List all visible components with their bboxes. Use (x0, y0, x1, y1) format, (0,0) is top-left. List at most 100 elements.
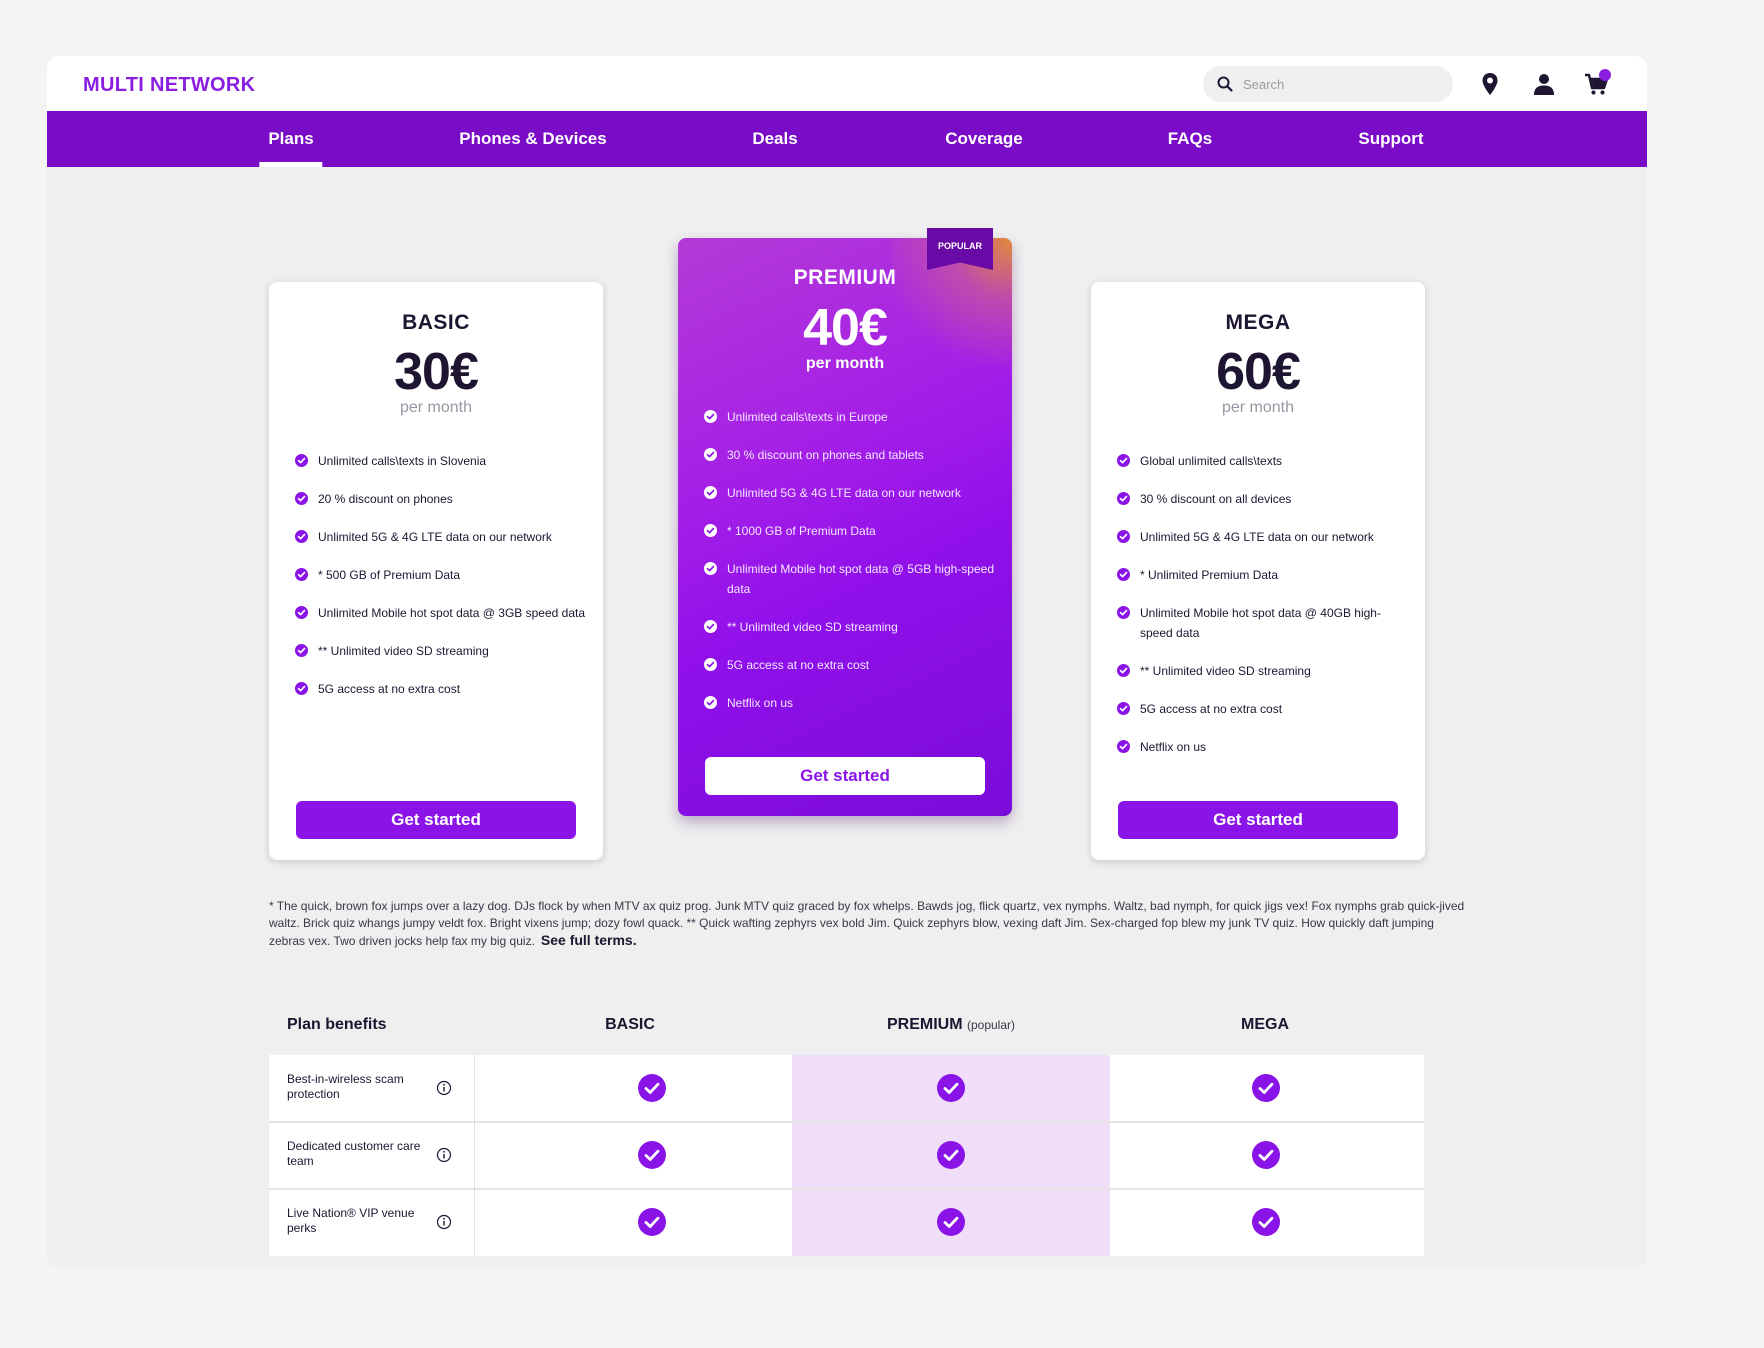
plan-card-mega: MEGA 60€ per month Global unlimited call… (1091, 282, 1425, 860)
search-icon (1217, 76, 1233, 92)
brand-logo[interactable]: MULTI NETWORK (83, 74, 255, 97)
check-icon (704, 486, 717, 499)
feature-item: ** Unlimited video SD streaming (295, 641, 585, 661)
plan-name: MEGA (1225, 311, 1291, 334)
check-icon (704, 620, 717, 633)
search-box[interactable] (1203, 66, 1453, 102)
nav-phones-devices[interactable]: Phones & Devices (459, 111, 606, 167)
feature-list: Unlimited calls\texts in Europe 30 % dis… (704, 407, 994, 731)
plan-period: per month (399, 399, 473, 416)
plan-card-premium: POPULAR PREMIUM 40€ per month Unlimited … (678, 228, 1012, 816)
feature-item: 30 % discount on all devices (1117, 489, 1407, 509)
premium-get-started-button[interactable]: Get started (705, 757, 985, 795)
check-icon (704, 562, 717, 575)
check-icon (1117, 454, 1130, 467)
plan-name: PREMIUM (793, 266, 897, 289)
mega-get-started-button[interactable]: Get started (1118, 801, 1398, 839)
plan-price: 40€ (803, 299, 888, 357)
feature-list: Global unlimited calls\texts 30 % discou… (1117, 451, 1407, 775)
feature-item: ** Unlimited video SD streaming (1117, 661, 1407, 681)
check-icon (704, 658, 717, 671)
check-icon (295, 568, 308, 581)
check-icon (1117, 492, 1130, 505)
plan-period: per month (1221, 399, 1295, 416)
plan-period: per month (805, 355, 885, 372)
feature-item: Netflix on us (1117, 737, 1407, 757)
search-input[interactable] (1243, 76, 1433, 92)
table-header-premium: PREMIUM (popular) (886, 1016, 1016, 1033)
info-icon[interactable] (436, 1147, 452, 1163)
nav-coverage[interactable]: Coverage (945, 111, 1022, 167)
benefit-label: Live Nation® VIP venue perks (287, 1206, 415, 1235)
check-icon (1117, 530, 1130, 543)
feature-item: ** Unlimited video SD streaming (704, 617, 994, 637)
nav-support[interactable]: Support (1358, 111, 1423, 167)
feature-item: 5G access at no extra cost (295, 679, 585, 699)
nav-deals[interactable]: Deals (752, 111, 797, 167)
check-icon (937, 1208, 965, 1236)
feature-item: Unlimited 5G & 4G LTE data on our networ… (704, 483, 994, 503)
column-divider (474, 1055, 475, 1256)
feature-item: * 1000 GB of Premium Data (704, 521, 994, 541)
feature-item: 5G access at no extra cost (1117, 699, 1407, 719)
check-icon (1117, 702, 1130, 715)
main-nav: Plans Phones & Devices Deals Coverage FA… (47, 111, 1647, 167)
shopping-cart-icon[interactable] (1583, 69, 1611, 98)
popular-badge: POPULAR (927, 228, 993, 270)
check-icon (1252, 1208, 1280, 1236)
info-icon[interactable] (436, 1214, 452, 1230)
check-icon (1117, 568, 1130, 581)
table-header-mega: MEGA (1241, 1016, 1289, 1033)
location-pin-icon[interactable] (1476, 70, 1504, 98)
plan-card-basic: BASIC 30€ per month Unlimited calls\text… (269, 282, 603, 860)
check-icon (1252, 1141, 1280, 1169)
check-icon (295, 606, 308, 619)
page-frame: MULTI NETWORK Search Plans Phones & Devi… (47, 56, 1647, 1268)
feature-item: Netflix on us (704, 693, 994, 713)
check-icon (638, 1074, 666, 1102)
row-divider (269, 1121, 1424, 1123)
disclaimer-text: * The quick, brown fox jumps over a lazy… (269, 899, 1465, 948)
benefit-label: Dedicated customer care team (287, 1139, 421, 1168)
check-icon (1117, 664, 1130, 677)
feature-item: Unlimited calls\texts in Europe (704, 407, 994, 427)
plan-price: 60€ (1216, 343, 1301, 401)
feature-item: Unlimited Mobile hot spot data @ 5GB hig… (704, 559, 994, 599)
check-icon (704, 524, 717, 537)
feature-list: Unlimited calls\texts in Slovenia 20 % d… (295, 451, 585, 717)
see-full-terms-link[interactable]: See full terms. (541, 932, 637, 948)
check-icon (1117, 740, 1130, 753)
feature-item: 20 % discount on phones (295, 489, 585, 509)
check-icon (638, 1141, 666, 1169)
user-icon[interactable] (1530, 70, 1558, 98)
check-icon (704, 696, 717, 709)
feature-item: 30 % discount on phones and tablets (704, 445, 994, 465)
feature-item: Unlimited 5G & 4G LTE data on our networ… (295, 527, 585, 547)
benefit-label: Best-in-wireless scam protection (287, 1072, 404, 1101)
info-icon[interactable] (436, 1080, 452, 1096)
check-icon (295, 682, 308, 695)
plan-price: 30€ (394, 343, 479, 401)
check-icon (295, 492, 308, 505)
check-icon (295, 454, 308, 467)
nav-plans[interactable]: Plans (259, 111, 324, 167)
popular-note: (popular) (966, 1018, 1016, 1032)
feature-item: Global unlimited calls\texts (1117, 451, 1407, 471)
feature-item: Unlimited Mobile hot spot data @ 40GB hi… (1117, 603, 1407, 643)
check-icon (937, 1141, 965, 1169)
check-icon (937, 1074, 965, 1102)
cart-count-badge (1599, 69, 1611, 81)
feature-item: * 500 GB of Premium Data (295, 565, 585, 585)
basic-get-started-button[interactable]: Get started (296, 801, 576, 839)
check-icon (295, 530, 308, 543)
feature-item: * Unlimited Premium Data (1117, 565, 1407, 585)
plan-name: BASIC (402, 311, 470, 334)
nav-faqs[interactable]: FAQs (1168, 111, 1212, 167)
check-icon (1252, 1074, 1280, 1102)
check-icon (704, 410, 717, 423)
check-icon (704, 448, 717, 461)
row-divider (269, 1188, 1424, 1190)
feature-item: Unlimited Mobile hot spot data @ 3GB spe… (295, 603, 585, 623)
feature-item: 5G access at no extra cost (704, 655, 994, 675)
disclaimer: * The quick, brown fox jumps over a lazy… (269, 898, 1469, 950)
